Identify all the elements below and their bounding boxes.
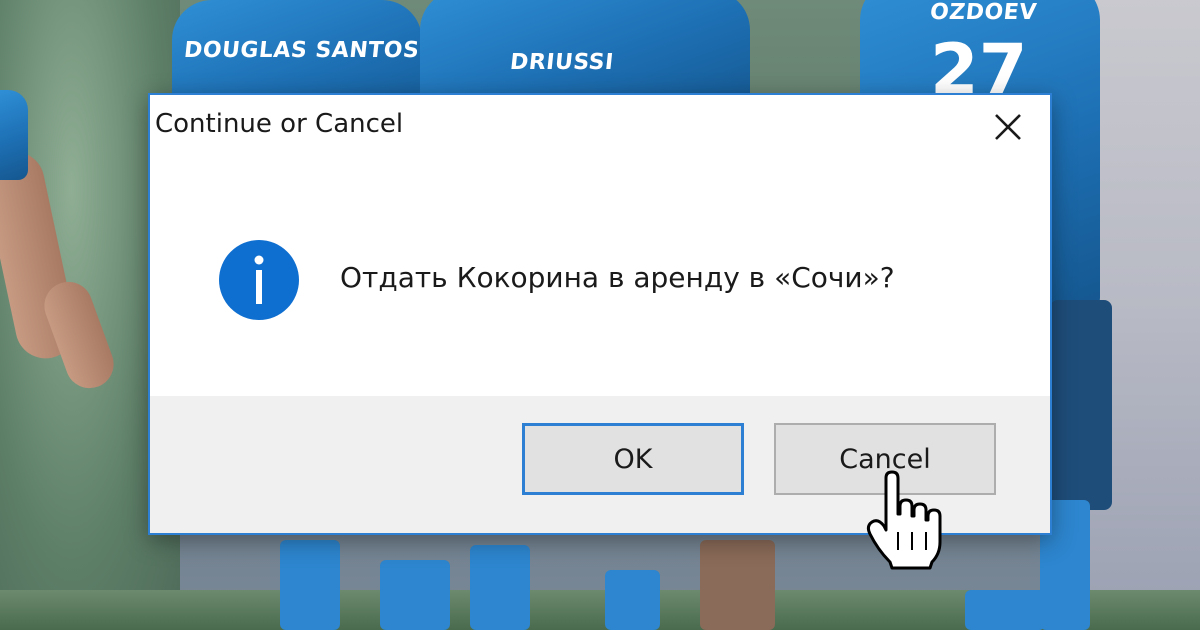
player-shorts [1050, 300, 1112, 510]
scene: DOUGLAS SANTOS DRIUSSI OZDOEV 27 Continu… [0, 0, 1200, 630]
ok-button[interactable]: OK [522, 423, 744, 495]
close-button[interactable] [988, 107, 1028, 147]
player-sock [605, 570, 660, 630]
jersey-name: OZDOEV [928, 0, 1039, 25]
hand-pointer-icon [866, 470, 942, 570]
player-sock [700, 540, 775, 630]
close-icon [995, 114, 1021, 140]
dialog-title: Continue or Cancel [155, 109, 404, 139]
player-sock [380, 560, 450, 630]
player-sock [965, 590, 1045, 630]
message-dialog: Continue or Cancel Отдать Кокорина в аре… [148, 93, 1052, 535]
jersey-name: DRIUSSI [508, 50, 615, 75]
jersey-name: DOUGLAS SANTOS [182, 38, 421, 63]
ok-button-label: OK [613, 443, 653, 475]
dialog-content: Отдать Кокорина в аренду в «Сочи»? [150, 161, 1050, 398]
info-icon [219, 240, 299, 320]
player-sock [470, 545, 530, 630]
player-jersey [0, 90, 28, 180]
player-sock [280, 540, 340, 630]
dialog-titlebar[interactable]: Continue or Cancel [150, 95, 1050, 161]
dialog-message: Отдать Кокорина в аренду в «Сочи»? [340, 261, 895, 294]
